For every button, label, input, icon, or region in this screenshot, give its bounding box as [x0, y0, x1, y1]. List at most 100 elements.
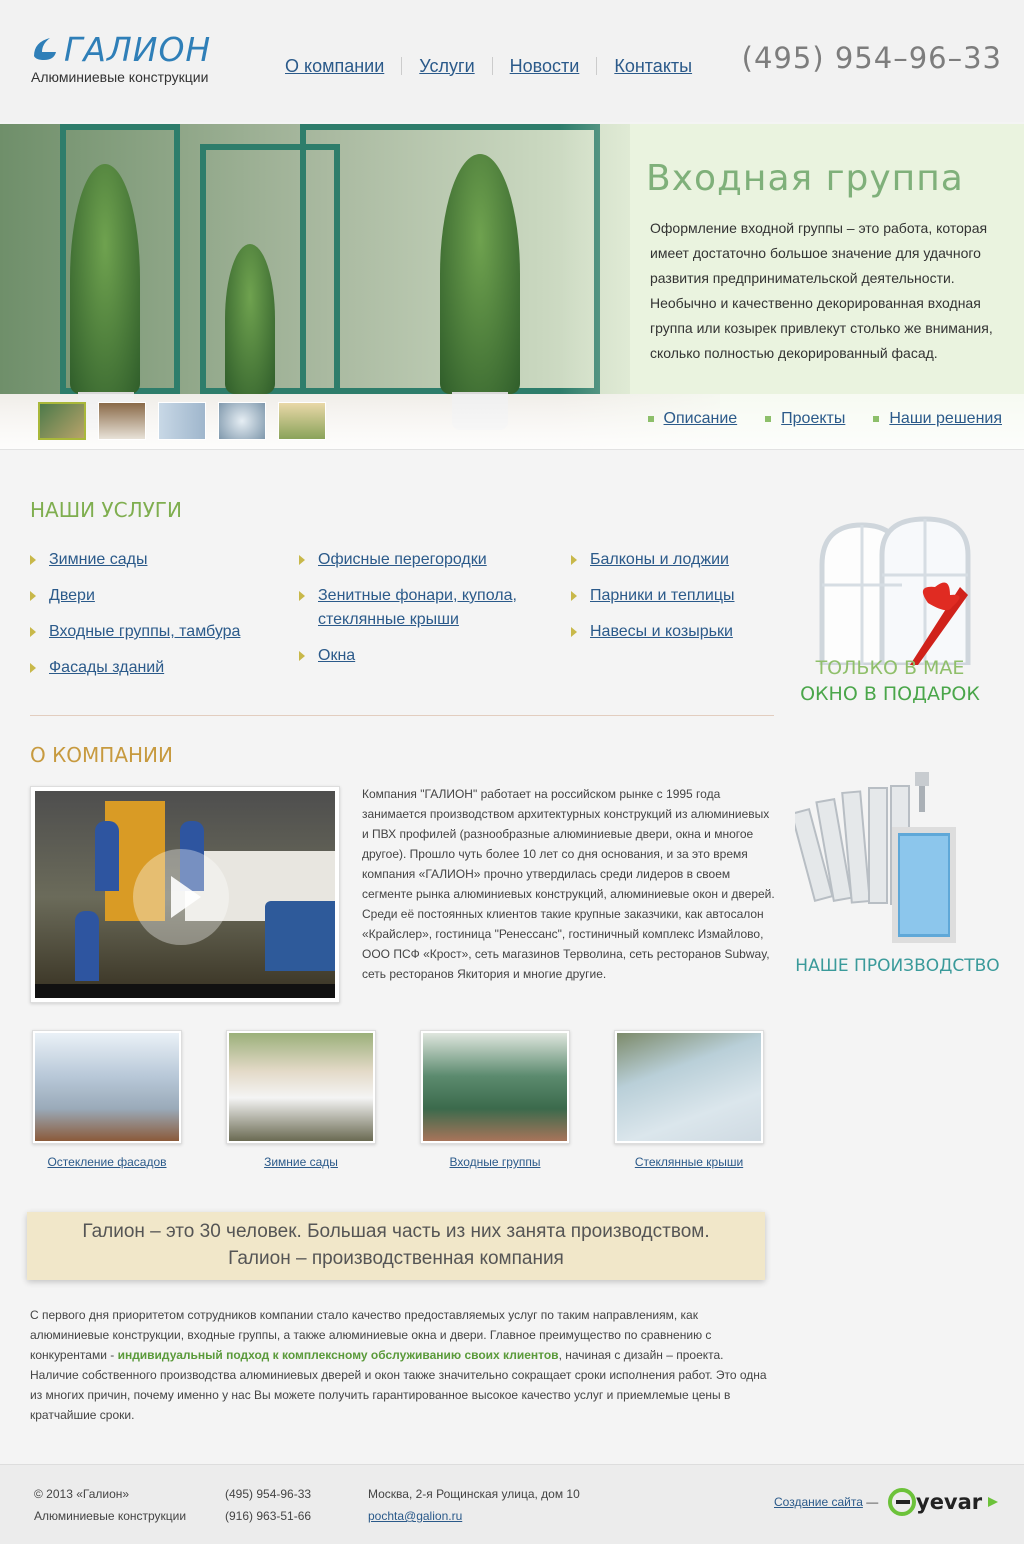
header: ГАЛИОН Алюминиевые конструкции О компани…	[0, 0, 1024, 122]
footer-phone-1: (495) 954-96-33	[225, 1487, 312, 1501]
bullet-icon	[765, 416, 772, 422]
gallery-item[interactable]: Входные группы	[420, 1030, 570, 1169]
service-link[interactable]: Балконы и лоджии	[571, 548, 781, 572]
gallery-image	[32, 1030, 182, 1144]
footer-company-name: Алюминиевые конструкции	[34, 1509, 187, 1523]
gallery-item[interactable]: Зимние сады	[226, 1030, 376, 1169]
footer-made-by: Создание сайта —	[774, 1495, 879, 1509]
gallery-caption: Входные группы	[449, 1155, 541, 1169]
footer-company: © 2013 «Галион» Алюминиевые конструкции	[34, 1483, 186, 1527]
video-worker	[95, 821, 119, 891]
service-link[interactable]: Входные группы, тамбура	[30, 620, 270, 644]
footer-address: Москва, 2-я Рощинская улица, дом 10	[368, 1487, 580, 1501]
about-text: Компания "ГАЛИОН" работает на российском…	[362, 787, 775, 981]
banner-description: Оформление входной группы – это работа, …	[650, 220, 993, 361]
video-frame	[35, 791, 335, 998]
logo-text: ГАЛИОН	[64, 30, 212, 69]
arrow-icon	[30, 555, 36, 565]
services-title: НАШИ УСЛУГИ	[30, 498, 182, 522]
video-worker	[75, 911, 99, 981]
photo-tree	[440, 154, 520, 394]
logo[interactable]: ГАЛИОН Алюминиевые конструкции	[30, 30, 230, 90]
promo-line-2: ОКНО В ПОДАРОК	[800, 683, 980, 705]
services-column-1: Зимние сады Двери Входные группы, тамбур…	[30, 548, 270, 692]
nav-contacts[interactable]: Контакты	[614, 56, 692, 77]
service-link[interactable]: Парники и теплицы	[571, 584, 781, 608]
projects-gallery: Остекление фасадов Зимние сады Входные г…	[32, 1030, 772, 1180]
ship-logo-icon	[34, 38, 56, 60]
banner-title: Входная группа	[646, 158, 964, 199]
banner-thumb[interactable]	[98, 402, 146, 440]
service-link[interactable]: Офисные перегородки	[299, 548, 539, 572]
tab-solutions[interactable]: Наши решения	[873, 410, 1002, 428]
service-link[interactable]: Фасады зданий	[30, 656, 270, 680]
video-truck-cab	[265, 901, 335, 971]
eyevar-arrow-icon	[988, 1497, 998, 1507]
footer-phones: (495) 954-96-33 (916) 963-51-66	[225, 1483, 311, 1527]
services-column-3: Балконы и лоджии Парники и теплицы Навес…	[571, 548, 781, 656]
promo-line-1: ТОЛЬКО В МАЕ	[815, 657, 965, 679]
section-divider	[30, 715, 774, 716]
gallery-caption: Стеклянные крыши	[634, 1155, 744, 1169]
service-link[interactable]: Окна	[299, 644, 539, 668]
gallery-item[interactable]: Стеклянные крыши	[614, 1030, 764, 1169]
made-by-link[interactable]: Создание сайта	[774, 1495, 863, 1509]
photo-tree	[225, 244, 275, 394]
promo-window-gift[interactable]: ТОЛЬКО В МАЕ ОКНО В ПОДАРОК	[790, 505, 1005, 720]
banner-thumb[interactable]	[278, 402, 326, 440]
highlight-text: индивидуальный подход к комплексному обс…	[117, 1348, 559, 1362]
quote-line-2: Галион – производственная компания	[228, 1248, 564, 1269]
arrow-icon	[30, 591, 36, 601]
footer-copyright: © 2013 «Галион»	[34, 1487, 130, 1501]
banner-thumb[interactable]	[38, 402, 86, 440]
window-profile-icon	[795, 772, 956, 943]
photo-tree	[70, 164, 140, 394]
nav-separator	[596, 57, 598, 75]
bullet-icon	[647, 416, 654, 422]
footer-contacts: Москва, 2-я Рощинская улица, дом 10 poch…	[368, 1483, 580, 1527]
arched-window-icon	[819, 516, 971, 665]
banner-thumb[interactable]	[218, 402, 266, 440]
arrow-icon	[299, 555, 305, 565]
main-nav: О компании Услуги Новости Контакты	[285, 53, 692, 79]
nav-news[interactable]: Новости	[510, 56, 580, 77]
banner-thumbnails	[38, 402, 326, 440]
banner-thumb[interactable]	[158, 402, 206, 440]
eyevar-text: yevar	[916, 1490, 983, 1514]
nav-about[interactable]: О компании	[285, 56, 384, 77]
gallery-image	[226, 1030, 376, 1144]
quote-banner: Галион – это 30 человек. Большая часть и…	[27, 1212, 765, 1280]
eyevar-logo[interactable]: yevar	[888, 1488, 1000, 1518]
footer: © 2013 «Галион» Алюминиевые конструкции …	[0, 1464, 1024, 1544]
header-phone: (495) 954–96–33	[741, 41, 1002, 75]
tab-description[interactable]: Описание	[647, 410, 737, 428]
production-label: НАШЕ ПРОИЗВОДСТВО	[795, 956, 1000, 976]
arrow-icon	[571, 591, 577, 601]
arrow-icon	[30, 663, 36, 673]
play-icon[interactable]	[133, 849, 229, 945]
service-link[interactable]: Двери	[30, 584, 270, 608]
bullet-icon	[873, 416, 880, 422]
company-description: С первого дня приоритетом сотрудников ко…	[30, 1308, 767, 1422]
arrow-icon	[30, 627, 36, 637]
nav-services[interactable]: Услуги	[419, 56, 474, 77]
tab-projects[interactable]: Проекты	[765, 410, 845, 428]
services-column-2: Офисные перегородки Зенитные фонари, куп…	[299, 548, 539, 680]
about-title: О КОМПАНИИ	[30, 743, 173, 767]
service-link[interactable]: Навесы и козырьки	[571, 620, 781, 644]
nav-separator	[401, 57, 403, 75]
arrow-icon	[571, 555, 577, 565]
arrow-icon	[571, 627, 577, 637]
nav-separator	[491, 57, 493, 75]
gallery-item[interactable]: Остекление фасадов	[32, 1030, 182, 1169]
gallery-image	[420, 1030, 570, 1144]
footer-email[interactable]: pochta@galion.ru	[368, 1505, 580, 1527]
gallery-caption: Зимние сады	[264, 1155, 338, 1169]
footer-phone-2: (916) 963-51-66	[225, 1509, 312, 1523]
service-link[interactable]: Зенитные фонари, купола, стеклянные крыш…	[299, 584, 539, 632]
company-video[interactable]	[30, 786, 340, 1003]
arrow-icon	[299, 591, 305, 601]
production-promo[interactable]: НАШЕ ПРОИЗВОДСТВО	[790, 770, 1005, 980]
service-link[interactable]: Зимние сады	[30, 548, 270, 572]
eyevar-e-icon	[888, 1488, 916, 1516]
